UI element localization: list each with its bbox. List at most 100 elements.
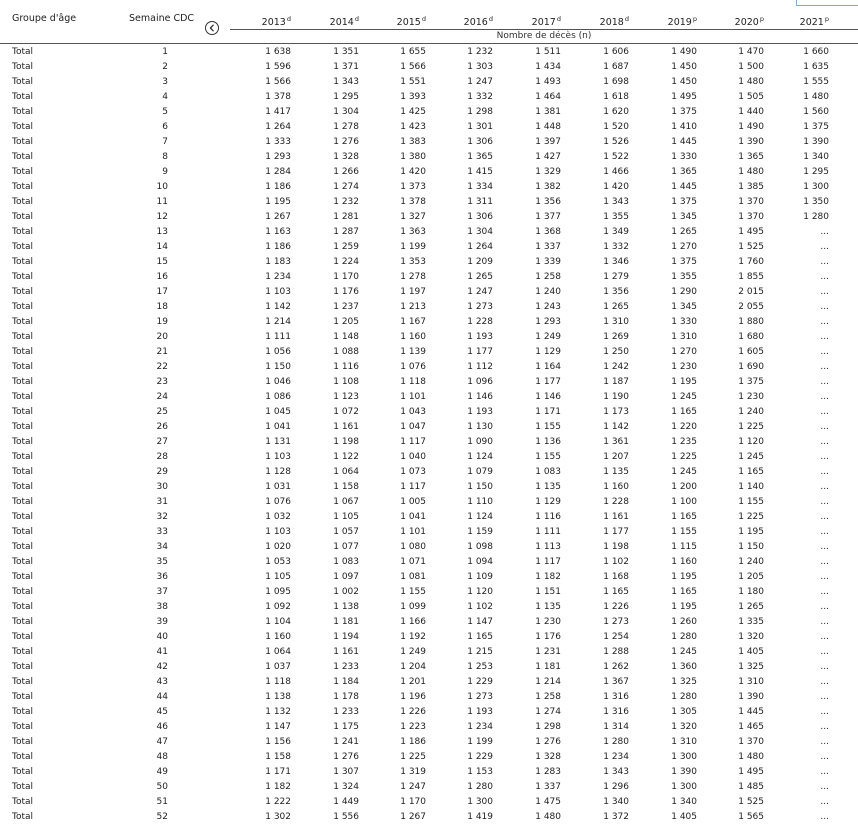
cell-age-group: Total <box>12 287 34 297</box>
cell-deaths-2013: 1 183 <box>265 257 291 267</box>
cell-deaths-2015: 1 186 <box>400 737 426 747</box>
cell-week: 29 <box>156 467 168 477</box>
cell-deaths-2014: 1 176 <box>333 287 359 297</box>
cell-week: 44 <box>156 692 168 702</box>
cell-deaths-2021: ... <box>820 557 829 567</box>
cell-deaths-2017: 1 381 <box>535 107 561 117</box>
cell-age-group: Total <box>12 77 34 87</box>
cell-deaths-2020: 1 495 <box>738 227 764 237</box>
cell-week: 18 <box>156 302 168 312</box>
cell-deaths-2014: 1 371 <box>333 62 359 72</box>
cell-deaths-2020: 1 120 <box>738 437 764 447</box>
cell-deaths-2015: 1 566 <box>400 62 426 72</box>
header-year-2016: 2016d <box>433 12 493 30</box>
cell-age-group: Total <box>12 182 34 192</box>
cell-deaths-2021: 1 390 <box>803 137 829 147</box>
cell-deaths-2015: 1 080 <box>400 542 426 552</box>
cell-deaths-2014: 1 184 <box>333 677 359 687</box>
cell-deaths-2020: 1 465 <box>738 722 764 732</box>
cell-deaths-2019: 1 310 <box>671 737 697 747</box>
cell-age-group: Total <box>12 347 34 357</box>
cell-week: 17 <box>156 287 168 297</box>
table-row: Total 17 1 103 1 176 1 197 1 247 1 240 1 356 1 2… <box>0 285 858 300</box>
cell-deaths-2021: ... <box>820 437 829 447</box>
table-row: Total 45 1 132 1 233 1 226 1 193 1 274 1 316 1 3… <box>0 705 858 720</box>
cell-deaths-2018: 1 332 <box>603 242 629 252</box>
cell-deaths-2018: 1 618 <box>603 92 629 102</box>
header-year-note: p <box>759 15 764 23</box>
cell-deaths-2016: 1 215 <box>467 647 493 657</box>
scroll-left-button[interactable] <box>205 21 219 35</box>
cell-deaths-2020: 1 565 <box>738 812 764 822</box>
cell-deaths-2019: 1 320 <box>671 722 697 732</box>
table-row: Total 10 1 186 1 274 1 373 1 334 1 382 1 420 1 4… <box>0 180 858 195</box>
cell-deaths-2017: 1 397 <box>535 137 561 147</box>
cell-deaths-2020: 1 385 <box>738 182 764 192</box>
cell-week: 52 <box>156 812 168 822</box>
cell-deaths-2019: 1 165 <box>671 512 697 522</box>
cell-deaths-2014: 1 328 <box>333 152 359 162</box>
cell-deaths-2019: 1 405 <box>671 812 697 822</box>
cell-deaths-2013: 1 128 <box>265 467 291 477</box>
cell-deaths-2019: 1 160 <box>671 557 697 567</box>
cell-deaths-2014: 1 161 <box>333 422 359 432</box>
cell-week: 51 <box>156 797 168 807</box>
cell-age-group: Total <box>12 572 34 582</box>
cell-deaths-2018: 1 265 <box>603 302 629 312</box>
cell-age-group: Total <box>12 707 34 717</box>
cell-week: 45 <box>156 707 168 717</box>
cell-deaths-2017: 1 337 <box>535 242 561 252</box>
cell-deaths-2018: 1 262 <box>603 662 629 672</box>
cell-deaths-2021: 1 555 <box>803 77 829 87</box>
table-row: Total 51 1 222 1 449 1 170 1 300 1 475 1 340 1 3… <box>0 795 858 810</box>
cell-deaths-2013: 1 045 <box>265 407 291 417</box>
cell-deaths-2016: 1 147 <box>467 617 493 627</box>
cell-deaths-2021: ... <box>820 692 829 702</box>
cell-deaths-2018: 1 250 <box>603 347 629 357</box>
cell-deaths-2018: 1 314 <box>603 722 629 732</box>
cell-deaths-2013: 1 333 <box>265 137 291 147</box>
cell-deaths-2021: ... <box>820 737 829 747</box>
cell-deaths-2017: 1 129 <box>535 497 561 507</box>
cell-deaths-2019: 1 290 <box>671 287 697 297</box>
cell-deaths-2014: 1 324 <box>333 782 359 792</box>
cell-deaths-2016: 1 311 <box>467 197 493 207</box>
cell-deaths-2016: 1 159 <box>467 527 493 537</box>
cell-age-group: Total <box>12 647 34 657</box>
cell-age-group: Total <box>12 527 34 537</box>
table-row: Total 47 1 156 1 241 1 186 1 199 1 276 1 280 1 3… <box>0 735 858 750</box>
cell-deaths-2020: 1 240 <box>738 407 764 417</box>
header-year-2017: 2017d <box>501 12 561 30</box>
cell-age-group: Total <box>12 122 34 132</box>
table-row: Total 19 1 214 1 205 1 167 1 228 1 293 1 310 1 3… <box>0 315 858 330</box>
cell-week: 3 <box>162 77 168 87</box>
cell-deaths-2015: 1 101 <box>400 527 426 537</box>
cell-deaths-2020: 1 525 <box>738 797 764 807</box>
header-year-note: p <box>692 15 697 23</box>
cell-deaths-2021: ... <box>820 392 829 402</box>
cell-deaths-2013: 1 142 <box>265 302 291 312</box>
cell-deaths-2014: 1 295 <box>333 92 359 102</box>
table-row: Total 24 1 086 1 123 1 101 1 146 1 146 1 190 1 2… <box>0 390 858 405</box>
cell-deaths-2016: 1 146 <box>467 392 493 402</box>
cell-deaths-2021: 1 660 <box>803 47 829 57</box>
cell-deaths-2018: 1 349 <box>603 227 629 237</box>
header-year-label: 2013 <box>261 17 286 28</box>
cell-age-group: Total <box>12 362 34 372</box>
cell-deaths-2016: 1 300 <box>467 797 493 807</box>
cell-week: 26 <box>156 422 168 432</box>
cell-deaths-2014: 1 205 <box>333 317 359 327</box>
cell-deaths-2018: 1 420 <box>603 182 629 192</box>
table-row: Total 26 1 041 1 161 1 047 1 130 1 155 1 142 1 2… <box>0 420 858 435</box>
cell-deaths-2014: 1 351 <box>333 47 359 57</box>
cell-deaths-2019: 1 220 <box>671 422 697 432</box>
cell-deaths-2014: 1 233 <box>333 662 359 672</box>
cell-deaths-2013: 1 095 <box>265 587 291 597</box>
cell-deaths-2013: 1 163 <box>265 227 291 237</box>
cell-deaths-2020: 1 440 <box>738 107 764 117</box>
cell-deaths-2021: ... <box>820 302 829 312</box>
cell-deaths-2021: ... <box>820 407 829 417</box>
cell-age-group: Total <box>12 782 34 792</box>
cell-deaths-2019: 1 195 <box>671 572 697 582</box>
cell-deaths-2019: 1 345 <box>671 302 697 312</box>
